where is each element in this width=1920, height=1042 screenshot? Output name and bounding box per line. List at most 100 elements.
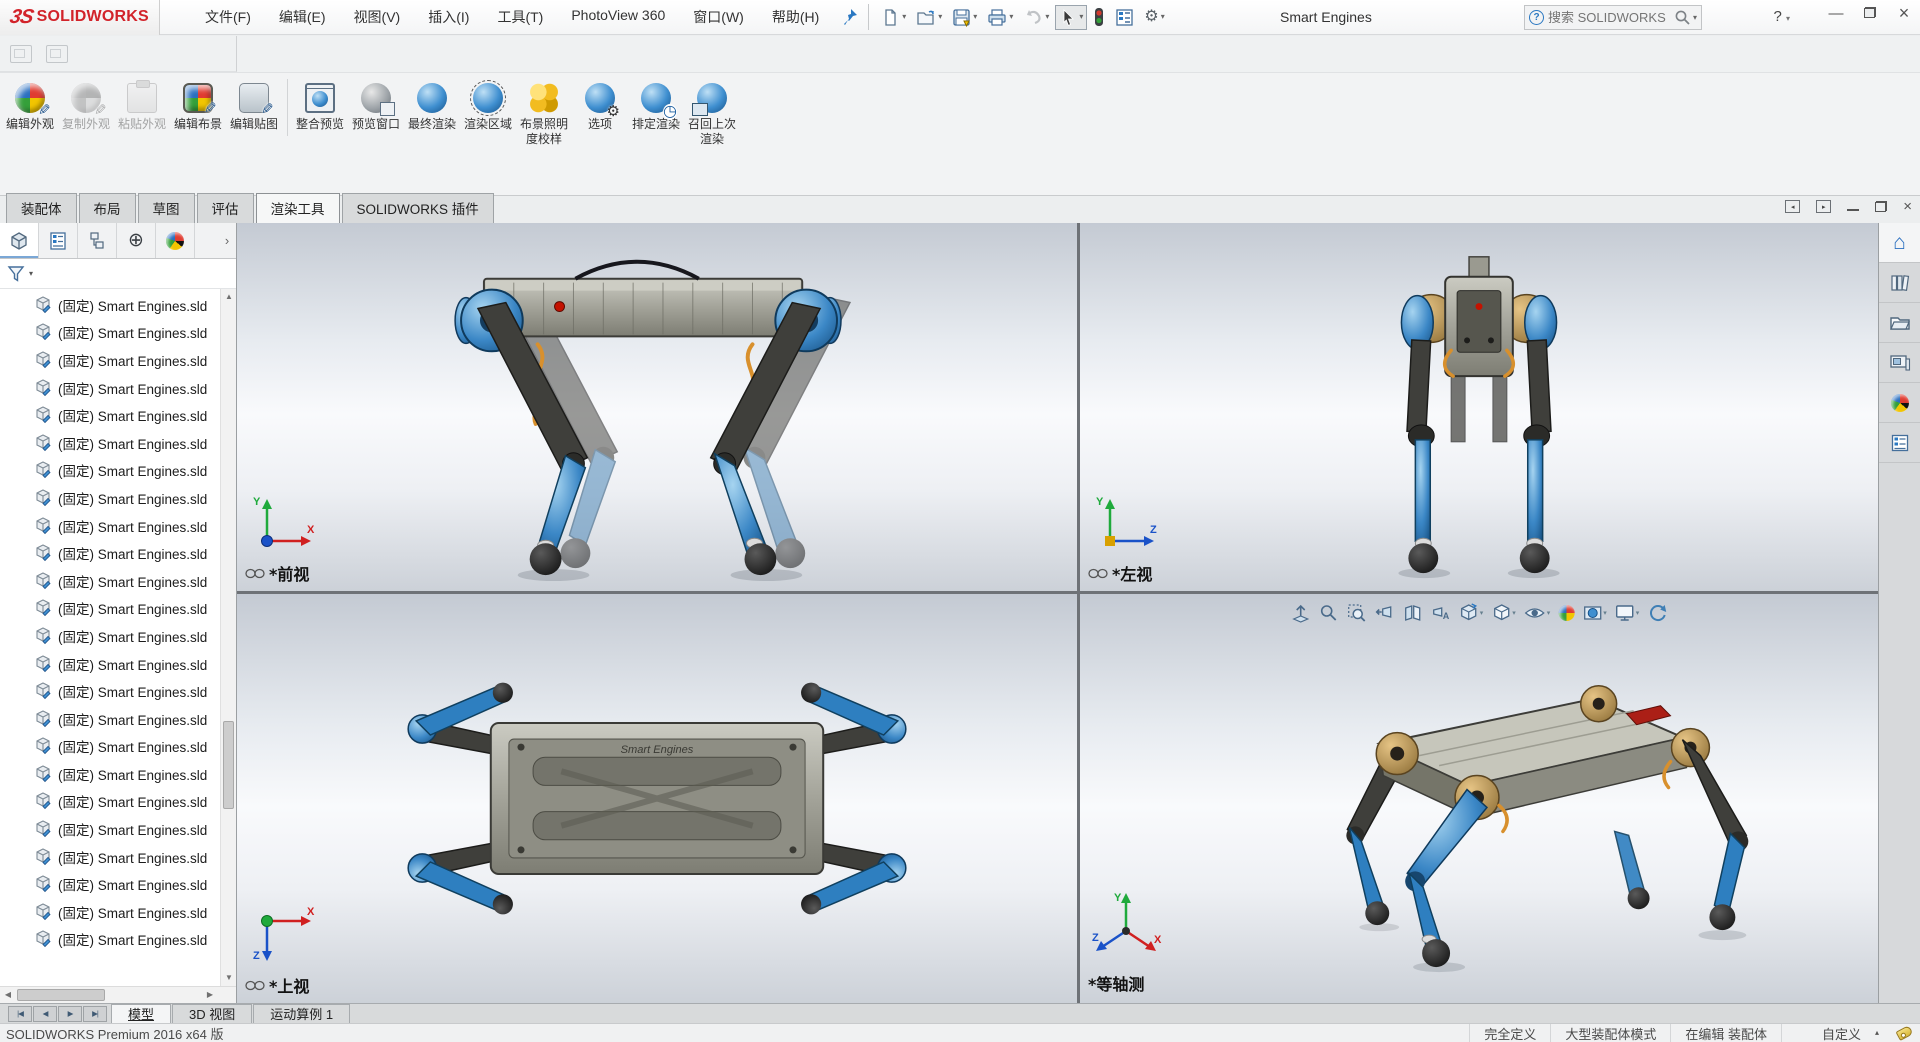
taskpane-design-library-button[interactable] bbox=[1879, 263, 1920, 303]
cmd-button-recall-last-render[interactable]: 召回上次渲染 bbox=[684, 79, 740, 151]
viewport-isometric[interactable]: A ▾ ▾ ▾ bbox=[1080, 594, 1878, 1003]
tree-item[interactable]: (固定) Smart Engines.sld bbox=[0, 870, 220, 898]
menu-item[interactable]: 帮助(H) bbox=[761, 2, 830, 32]
first-tab-button[interactable]: |◀ bbox=[8, 1006, 32, 1022]
tree-item[interactable]: (固定) Smart Engines.sld bbox=[0, 457, 220, 485]
help-button[interactable]: ? ▾ bbox=[1773, 8, 1790, 25]
save-button[interactable]: ▾ bbox=[948, 5, 981, 30]
taskpane-custom-properties-button[interactable] bbox=[1879, 423, 1920, 463]
tree-vertical-scrollbar[interactable]: ▲ ▼ bbox=[220, 289, 236, 986]
scroll-left-arrow[interactable]: ◀ bbox=[0, 987, 16, 1003]
tab-property-manager[interactable] bbox=[39, 223, 78, 258]
menu-item[interactable]: 窗口(W) bbox=[682, 2, 755, 32]
cmd-button-schedule-render[interactable]: 排定渲染 bbox=[628, 79, 684, 136]
tree-item[interactable]: (固定) Smart Engines.sld bbox=[0, 733, 220, 761]
tree-item[interactable]: (固定) Smart Engines.sld bbox=[0, 815, 220, 843]
cmd-button-scene-illumination-proof[interactable]: 布景照明度校样 bbox=[516, 79, 572, 151]
open-document-button[interactable]: ▾ bbox=[912, 5, 946, 30]
dropdown-caret[interactable]: ▾ bbox=[973, 13, 977, 21]
status-custom-dropdown[interactable]: 自定义 ▴ bbox=[1781, 1024, 1889, 1042]
tree-item[interactable]: (固定) Smart Engines.sld bbox=[0, 484, 220, 512]
document-tab[interactable]: 模型 bbox=[111, 1004, 171, 1023]
options-gear-button[interactable]: ⚙ ▾ bbox=[1140, 6, 1168, 28]
viewport-left[interactable]: Y Z *左视 bbox=[1080, 223, 1878, 591]
menu-item[interactable]: PhotoView 360 bbox=[560, 2, 676, 32]
menu-item[interactable]: 文件(F) bbox=[194, 2, 262, 32]
scrollbar-thumb[interactable] bbox=[17, 989, 105, 1001]
cmd-button-preview-window[interactable]: 预览窗口 bbox=[348, 79, 404, 136]
tree-item[interactable]: (固定) Smart Engines.sld bbox=[0, 705, 220, 733]
ribbon-tab[interactable]: 布局 bbox=[79, 193, 136, 223]
tree-item[interactable]: (固定) Smart Engines.sld bbox=[0, 926, 220, 954]
scroll-down-arrow[interactable]: ▼ bbox=[221, 970, 236, 986]
viewport-top[interactable]: Smart Engines X Z *上视 bbox=[237, 594, 1077, 1003]
tab-configuration-manager[interactable] bbox=[78, 223, 117, 258]
dropdown-caret[interactable]: ▾ bbox=[1161, 13, 1165, 21]
menu-item[interactable]: 插入(I) bbox=[417, 2, 480, 32]
search-icon[interactable] bbox=[1674, 9, 1691, 26]
tree-item[interactable]: (固定) Smart Engines.sld bbox=[0, 429, 220, 457]
undo-button[interactable]: ▾ bbox=[1019, 5, 1053, 30]
dropdown-caret[interactable]: ▾ bbox=[938, 13, 942, 21]
tree-item[interactable]: (固定) Smart Engines.sld bbox=[0, 760, 220, 788]
document-tab[interactable]: 3D 视图 bbox=[172, 1004, 252, 1023]
tree-item[interactable]: (固定) Smart Engines.sld bbox=[0, 291, 220, 319]
close-button[interactable]: × bbox=[1894, 4, 1914, 22]
tree-item[interactable]: (固定) Smart Engines.sld bbox=[0, 622, 220, 650]
ribbon-tab[interactable]: 评估 bbox=[197, 193, 254, 223]
menu-item[interactable]: 视图(V) bbox=[343, 2, 412, 32]
scroll-right-arrow[interactable]: ▶ bbox=[202, 987, 218, 1003]
tab-appearances[interactable] bbox=[156, 223, 195, 258]
last-tab-button[interactable]: ▶| bbox=[83, 1006, 107, 1022]
cmd-button-options[interactable]: 选项 bbox=[572, 79, 628, 136]
ribbon-tab[interactable]: SOLIDWORKS 插件 bbox=[342, 193, 494, 223]
prev-tab-button[interactable]: ◀ bbox=[33, 1006, 57, 1022]
tree-item[interactable]: (固定) Smart Engines.sld bbox=[0, 539, 220, 567]
cmd-button-paste-appearance[interactable]: 粘贴外观 bbox=[114, 79, 170, 136]
menu-item[interactable]: 工具(T) bbox=[486, 2, 554, 32]
panel-flyout-chevron[interactable]: › bbox=[218, 223, 236, 258]
cmd-button-render-region[interactable]: 渲染区域 bbox=[460, 79, 516, 136]
scrollbar-thumb[interactable] bbox=[223, 721, 234, 809]
taskpane-appearances-button[interactable] bbox=[1879, 383, 1920, 423]
tree-item[interactable]: (固定) Smart Engines.sld bbox=[0, 319, 220, 347]
tree-item[interactable]: (固定) Smart Engines.sld bbox=[0, 401, 220, 429]
cmd-button-edit-decal[interactable]: 编辑贴图 bbox=[226, 79, 288, 136]
child-minimize-button[interactable] bbox=[1847, 203, 1859, 211]
tree-item[interactable]: (固定) Smart Engines.sld bbox=[0, 346, 220, 374]
taskpane-home-button[interactable]: ⌂ bbox=[1879, 223, 1920, 263]
tab-dimxpert[interactable]: ⊕ bbox=[117, 223, 156, 258]
tree-item[interactable]: (固定) Smart Engines.sld bbox=[0, 650, 220, 678]
ribbon-tab[interactable]: 草图 bbox=[138, 193, 195, 223]
search-dropdown-caret[interactable]: ▾ bbox=[1693, 14, 1697, 22]
child-restore-button[interactable] bbox=[1875, 201, 1887, 212]
interference-check-button[interactable] bbox=[1089, 4, 1109, 30]
tree-item[interactable]: (固定) Smart Engines.sld bbox=[0, 567, 220, 595]
filter-caret[interactable]: ▾ bbox=[29, 270, 33, 278]
restore-button[interactable] bbox=[1860, 5, 1880, 22]
component-list-button[interactable] bbox=[1111, 5, 1138, 30]
cmd-button-edit-scene[interactable]: 编辑布景 bbox=[170, 79, 226, 136]
cmd-button-copy-appearance[interactable]: 复制外观 bbox=[58, 79, 114, 136]
tree-item[interactable]: (固定) Smart Engines.sld bbox=[0, 788, 220, 816]
pane-left-button[interactable]: ◂ bbox=[1785, 200, 1800, 213]
search-input[interactable] bbox=[1544, 10, 1674, 25]
dropdown-caret[interactable]: ▾ bbox=[1079, 13, 1083, 21]
select-tool-button[interactable]: ▾ bbox=[1055, 5, 1087, 30]
cmd-button-final-render[interactable]: 最终渲染 bbox=[404, 79, 460, 136]
document-tab[interactable]: 运动算例 1 bbox=[253, 1004, 350, 1023]
next-tab-button[interactable]: ▶ bbox=[58, 1006, 82, 1022]
tree-item[interactable]: (固定) Smart Engines.sld bbox=[0, 843, 220, 871]
cmd-button-edit-appearance[interactable]: 编辑外观 bbox=[2, 79, 58, 136]
dropdown-caret[interactable]: ▾ bbox=[902, 13, 906, 21]
ribbon-tab[interactable]: 渲染工具 bbox=[256, 193, 340, 223]
scroll-up-arrow[interactable]: ▲ bbox=[221, 289, 236, 305]
tree-item[interactable]: (固定) Smart Engines.sld bbox=[0, 677, 220, 705]
menu-item[interactable]: 编辑(E) bbox=[268, 2, 337, 32]
minimize-button[interactable]: — bbox=[1826, 6, 1846, 21]
viewport-front[interactable]: Y X *前视 bbox=[237, 223, 1077, 591]
tab-feature-tree[interactable] bbox=[0, 223, 39, 258]
pane-right-button[interactable]: ▸ bbox=[1816, 200, 1831, 213]
filter-funnel-icon[interactable] bbox=[6, 264, 26, 284]
tree-item[interactable]: (固定) Smart Engines.sld bbox=[0, 512, 220, 540]
